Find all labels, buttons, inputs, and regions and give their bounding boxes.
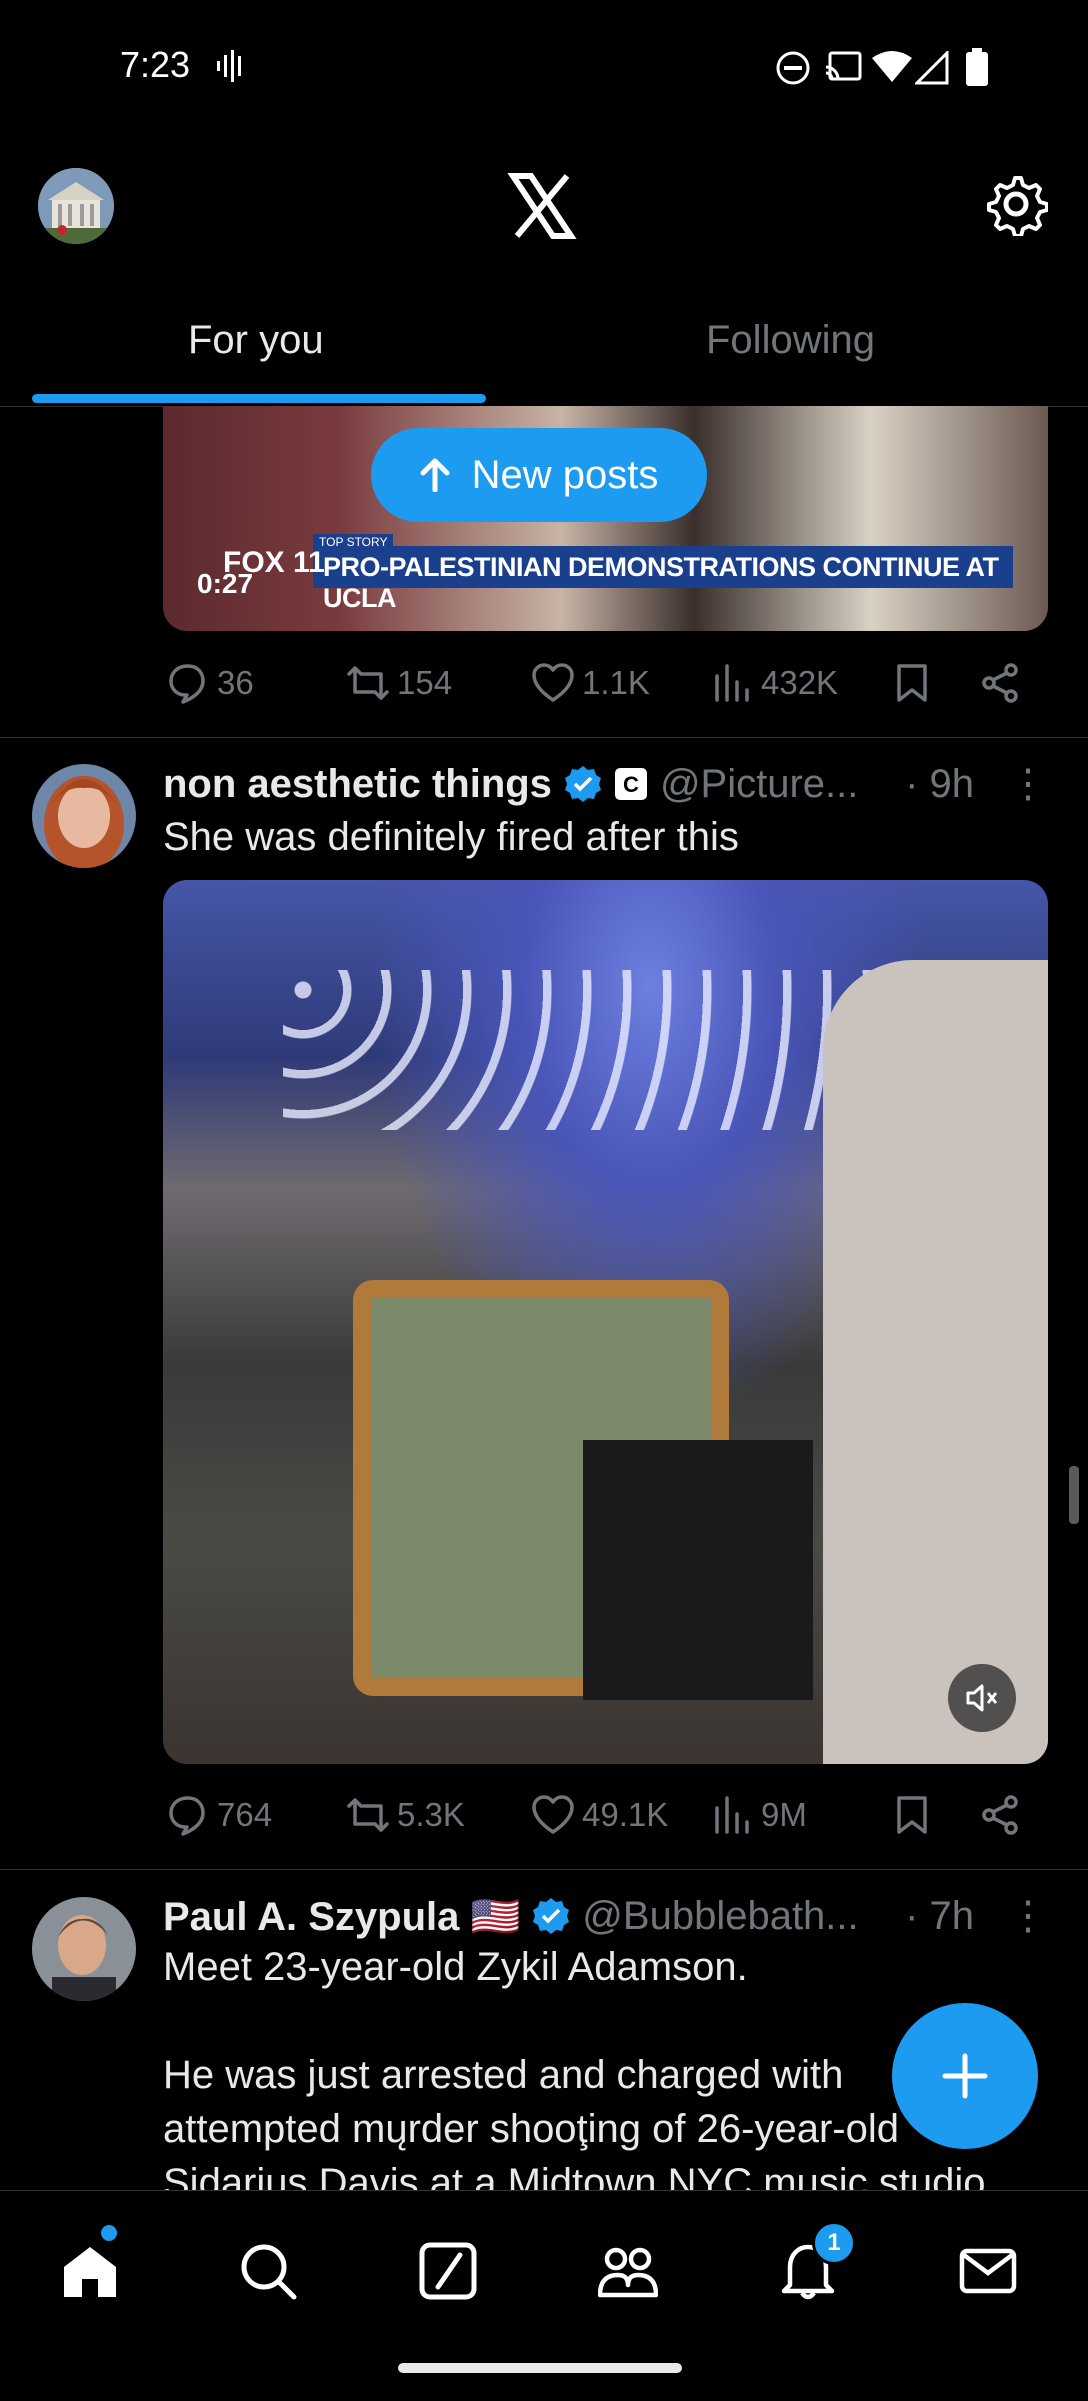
video-table <box>583 1440 813 1700</box>
compose-post-button[interactable] <box>892 2003 1038 2149</box>
home-unread-dot <box>101 2225 117 2241</box>
post2-actions: 764 5.3K 49.1K 9M <box>163 1788 1063 1848</box>
views-chart-icon <box>715 664 749 702</box>
post2-time: · 9h <box>905 761 974 806</box>
repost-icon <box>347 666 389 700</box>
heart-icon <box>532 1795 574 1834</box>
share-button[interactable] <box>979 662 1021 704</box>
status-bar: 7:23 <box>0 0 1088 135</box>
svg-text:C: C <box>623 772 639 797</box>
post2-handle[interactable]: @Picture... <box>660 762 858 807</box>
profile-avatar[interactable] <box>38 168 114 244</box>
post3-handle[interactable]: @Bubblebath... <box>582 1894 858 1939</box>
voice-activity-icon <box>217 50 241 82</box>
repost-icon <box>347 1798 389 1832</box>
tab-for-you[interactable]: For you <box>188 318 324 363</box>
new-posts-button[interactable]: New posts <box>371 428 707 522</box>
video-ceiling-lights <box>283 970 883 1130</box>
post2-more-icon[interactable]: ⋮ <box>1008 761 1048 807</box>
post3-header: Paul A. Szypula 🇺🇸 @Bubblebath... · 7h ⋮ <box>163 1888 1048 1944</box>
post2-header: non aesthetic things C @Picture... · 9h … <box>163 756 1048 812</box>
post2-avatar[interactable] <box>32 764 136 868</box>
views-count: 9M <box>761 1796 807 1833</box>
do-not-disturb-icon <box>776 51 810 85</box>
views-button[interactable]: 432K <box>711 662 838 704</box>
redhead-avatar-icon <box>32 764 136 868</box>
man-avatar-icon <box>32 1897 136 2001</box>
reply-button[interactable]: 36 <box>167 662 254 704</box>
x-logo-icon[interactable] <box>505 170 577 242</box>
heart-icon <box>532 663 574 702</box>
post3-avatar[interactable] <box>32 1897 136 2001</box>
like-count: 49.1K <box>582 1796 669 1833</box>
share-button[interactable] <box>979 1794 1021 1836</box>
search-icon[interactable] <box>238 2241 298 2301</box>
repost-button[interactable]: 5.3K <box>347 1794 465 1836</box>
verified-badge-icon <box>533 1898 570 1934</box>
grok-icon[interactable] <box>418 2241 478 2301</box>
wifi-icon <box>872 51 912 82</box>
video-headline: PRO-PALESTINIAN DEMONSTRATIONS CONTINUE … <box>323 552 999 613</box>
like-count: 1.1K <box>582 664 650 701</box>
post2-author-name[interactable]: non aesthetic things <box>163 762 552 807</box>
reply-icon <box>169 1796 205 1836</box>
repost-button[interactable]: 154 <box>347 662 452 704</box>
home-icon[interactable] <box>60 2241 120 2301</box>
repost-count: 154 <box>397 664 453 701</box>
post3-time: · 7h <box>905 1893 974 1938</box>
affiliate-badge-icon: C <box>614 768 647 800</box>
views-count: 432K <box>761 664 839 701</box>
settings-gear-icon[interactable] <box>984 172 1048 236</box>
post3-line: Sidarius Davis at a Midtown NYC music st… <box>163 2161 986 2190</box>
cast-icon <box>825 51 862 81</box>
video-duration: 0:27 <box>197 568 254 599</box>
bookmark-button[interactable] <box>891 662 933 704</box>
post3-more-icon[interactable]: ⋮ <box>1008 1893 1048 1939</box>
like-button[interactable]: 49.1K <box>532 1794 668 1836</box>
post2-video[interactable] <box>163 880 1048 1764</box>
bookmark-icon <box>897 1796 927 1834</box>
post-divider <box>0 1869 1088 1870</box>
muted-speaker-icon <box>966 1684 998 1712</box>
post-divider <box>0 737 1088 738</box>
reply-button[interactable]: 764 <box>167 1794 272 1836</box>
share-icon <box>982 1795 1018 1835</box>
timeline-tabs: For you Following <box>0 290 1088 407</box>
views-button[interactable]: 9M <box>711 1794 807 1836</box>
mute-button[interactable] <box>948 1664 1016 1732</box>
reply-count: 764 <box>217 1796 273 1833</box>
verified-badge-icon <box>564 766 601 802</box>
signal-icon <box>915 51 949 85</box>
plus-icon <box>942 2053 988 2099</box>
tab-following[interactable]: Following <box>706 318 875 363</box>
scrollbar-thumb[interactable] <box>1069 1466 1079 1524</box>
gesture-bar[interactable] <box>398 2363 682 2373</box>
post2-text: She was definitely fired after this <box>163 815 739 859</box>
post1-actions: 36 154 1.1K 432K <box>163 656 1063 716</box>
building-avatar-icon <box>38 168 114 244</box>
battery-icon <box>966 48 988 86</box>
messages-envelope-icon[interactable] <box>958 2241 1018 2301</box>
bookmark-icon <box>897 664 927 702</box>
notification-badge: 1 <box>812 2221 856 2265</box>
views-chart-icon <box>715 1796 749 1834</box>
post3-line: Meet 23-year-old Zykil Adamson. <box>163 1945 748 1989</box>
share-icon <box>982 663 1018 703</box>
repost-count: 5.3K <box>397 1796 465 1833</box>
post3-author-name[interactable]: Paul A. Szypula 🇺🇸 <box>163 1893 520 1940</box>
bookmark-button[interactable] <box>891 1794 933 1836</box>
new-posts-label: New posts <box>471 452 659 497</box>
like-button[interactable]: 1.1K <box>532 662 650 704</box>
arrow-up-icon <box>420 458 450 492</box>
video-person <box>823 960 1048 1764</box>
communities-icon[interactable] <box>598 2241 658 2301</box>
reply-count: 36 <box>217 664 254 701</box>
active-tab-indicator <box>32 394 486 403</box>
status-time: 7:23 <box>120 44 191 85</box>
reply-icon <box>169 664 205 704</box>
